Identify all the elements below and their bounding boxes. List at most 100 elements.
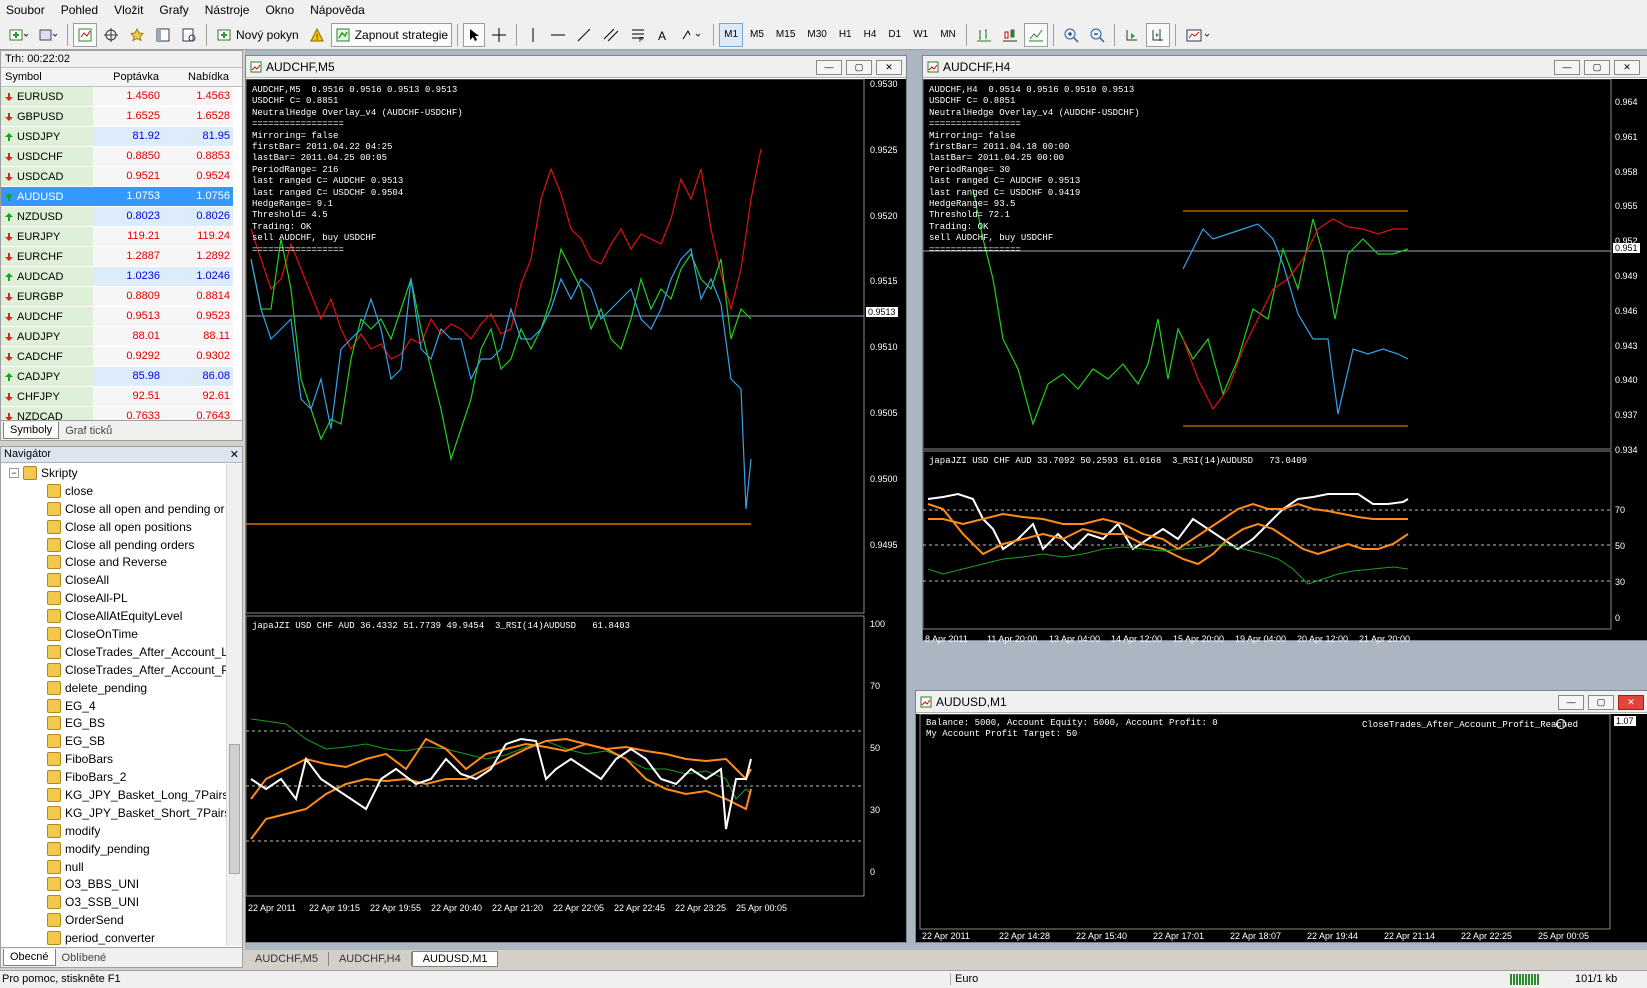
market-watch-row[interactable]: EURGBP 0.8809 0.8814 [1,287,242,307]
horizontal-line-icon[interactable] [546,23,570,47]
navigator-icon[interactable] [125,23,149,47]
fibonacci-icon[interactable]: F [626,23,650,47]
menu-okno[interactable]: Okno [259,3,304,17]
zoom-out-icon[interactable] [1085,23,1109,47]
new-order-button[interactable]: Nový pokyn [212,23,303,47]
script-item[interactable]: CloseOnTime [1,625,227,643]
market-watch-row[interactable]: NZDUSD 0.8023 0.8026 [1,207,242,227]
market-watch-row[interactable]: EURCHF 1.2887 1.2892 [1,247,242,267]
timeframe-mn[interactable]: MN [935,23,961,47]
tab-common[interactable]: Obecné [3,949,56,966]
menu-vlozit[interactable]: Vložit [108,3,153,17]
script-item[interactable]: Close all open and pending or [1,500,227,518]
market-watch-row[interactable]: NZDCAD 0.7633 0.7643 [1,407,242,421]
data-window-icon[interactable] [99,23,123,47]
chart-area[interactable]: AUDCHF,H4 0.9514 0.9516 0.9510 0.9513 US… [923,79,1647,644]
market-watch-row[interactable]: USDCHF 0.8850 0.8853 [1,147,242,167]
close-icon[interactable]: ✕ [230,448,239,461]
terminal-icon[interactable] [151,23,175,47]
timeframe-m1[interactable]: M1 [719,22,744,47]
zoom-in-icon[interactable] [1059,23,1083,47]
chart-shift-icon[interactable] [1145,22,1170,47]
profiles-icon[interactable] [34,23,62,47]
script-item[interactable]: KG_JPY_Basket_Short_7Pairs [1,804,227,822]
tester-icon[interactable] [177,23,201,47]
menu-soubor[interactable]: Soubor [0,3,55,17]
market-watch-row[interactable]: AUDCHF 0.9513 0.9523 [1,307,242,327]
chart-area[interactable]: AUDCHF,M5 0.9516 0.9516 0.9513 0.9513 US… [246,79,906,942]
chart-area[interactable]: Balance: 5000, Account Equity: 5000, Acc… [916,714,1647,942]
menu-grafy[interactable]: Grafy [153,3,198,17]
collapse-icon[interactable]: − [9,467,19,478]
tab-symbols[interactable]: Symboly [3,422,60,439]
timeframe-m15[interactable]: M15 [771,23,800,47]
text-tool-icon[interactable]: A [652,23,674,47]
script-item[interactable]: OrderSend [1,911,227,929]
script-item[interactable]: CloseTrades_After_Account_L [1,643,227,661]
menu-nastroje[interactable]: Nástroje [199,3,260,17]
chart-window-audchf-h4[interactable]: AUDCHF,H4 — ▢ ✕ AUDCHF,H4 0.9514 0.9516 … [922,55,1647,644]
close-button[interactable]: ✕ [1614,60,1640,75]
market-watch-row[interactable]: AUDJPY 88.01 88.11 [1,327,242,347]
script-item[interactable]: FiboBars_2 [1,768,227,786]
script-item[interactable]: CloseTrades_After_Account_P [1,661,227,679]
script-item[interactable]: CloseAll-PL [1,589,227,607]
options-icon[interactable]: ! [305,23,329,47]
strategy-toggle-button[interactable]: Zapnout strategie [330,22,453,47]
market-watch-row[interactable]: CADJPY 85.98 86.08 [1,367,242,387]
new-chart-icon[interactable] [4,23,32,47]
market-watch-row[interactable]: AUDUSD 1.0753 1.0756 [1,187,242,207]
tree-node-scripts[interactable]: − Skripty [1,464,227,482]
script-item[interactable]: FiboBars [1,750,227,768]
window-titlebar[interactable]: AUDCHF,M5 [246,56,906,78]
timeframe-h4[interactable]: H4 [859,23,882,47]
navigator-scrollbar[interactable] [226,464,242,946]
timeframe-w1[interactable]: W1 [908,23,933,47]
script-item[interactable]: period_converter [1,929,227,946]
script-item[interactable]: modify [1,822,227,840]
column-symbol[interactable]: Symbol [1,71,93,83]
script-item[interactable]: O3_SSB_UNI [1,893,227,911]
maximize-button[interactable]: ▢ [846,60,872,75]
script-item[interactable]: CloseAllAtEquityLevel [1,607,227,625]
minimize-button[interactable]: — [816,60,842,75]
column-bid[interactable]: Poptávka [93,71,163,83]
autoscroll-icon[interactable] [1120,23,1144,47]
market-watch-row[interactable]: EURUSD 1.4560 1.4563 [1,87,242,107]
timeframe-m30[interactable]: M30 [802,23,831,47]
maximize-button[interactable]: ▢ [1584,60,1610,75]
chart-window-audusd-m1[interactable]: AUDUSD,M1 — ▢ ✕ Balance: 5000, Account Equ… [915,690,1647,943]
tab-favorites[interactable]: Oblíbené [56,950,113,966]
market-watch-icon[interactable] [73,22,97,47]
script-item[interactable]: O3_BBS_UNI [1,875,227,893]
market-watch-row[interactable]: AUDCAD 1.0236 1.0246 [1,267,242,287]
arrows-tool-icon[interactable] [676,23,708,47]
vertical-line-icon[interactable] [522,23,544,47]
window-titlebar[interactable]: AUDUSD,M1 [916,691,1647,713]
candlestick-chart-icon[interactable] [998,23,1022,47]
timeframe-m5[interactable]: M5 [745,23,769,47]
window-titlebar[interactable]: AUDCHF,H4 [923,56,1647,78]
menu-napoveda[interactable]: Nápověda [304,3,375,17]
chart-window-audchf-m5[interactable]: AUDCHF,M5 — ▢ ✕ AUDCHF,M5 0.9516 0.9516 0.… [245,55,907,943]
script-item[interactable]: modify_pending [1,840,227,858]
market-watch-row[interactable]: GBPUSD 1.6525 1.6528 [1,107,242,127]
maximize-button[interactable]: ▢ [1588,695,1614,710]
timeframe-d1[interactable]: D1 [883,23,906,47]
cursor-icon[interactable] [463,22,486,47]
market-watch-row[interactable]: CADCHF 0.9292 0.9302 [1,347,242,367]
equidistant-channel-icon[interactable] [598,23,624,47]
trendline-icon[interactable] [572,23,596,47]
chart-tab-audchf-h4[interactable]: AUDCHF,H4 [329,952,412,966]
close-button[interactable]: ✕ [1618,695,1644,710]
script-item[interactable]: delete_pending [1,679,227,697]
script-item[interactable]: null [1,858,227,876]
menu-pohled[interactable]: Pohled [55,3,108,17]
script-item[interactable]: EG_SB [1,732,227,750]
script-item[interactable]: KG_JPY_Basket_Long_7Pairs [1,786,227,804]
minimize-button[interactable]: — [1554,60,1580,75]
line-chart-icon[interactable] [1023,22,1048,47]
column-ask[interactable]: Nabídka [163,71,233,83]
chart-tab-audusd-m1[interactable]: AUDUSD,M1 [411,951,499,967]
chart-tab-audchf-m5[interactable]: AUDCHF,M5 [245,952,329,966]
